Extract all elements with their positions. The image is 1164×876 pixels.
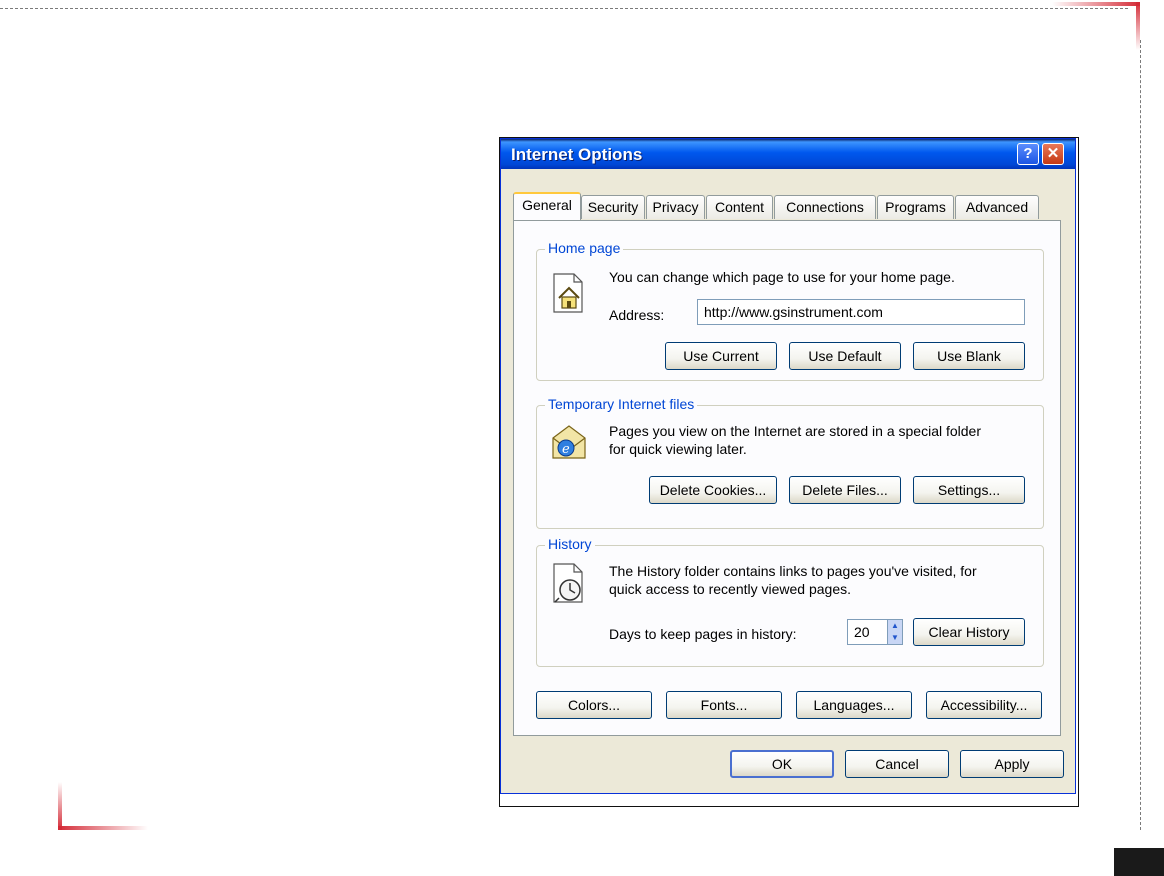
title-bar[interactable]: Internet Options ? ✕ <box>501 139 1075 169</box>
settings-button[interactable]: Settings... <box>913 476 1025 504</box>
internet-options-dialog: Internet Options ? ✕ General Security Pr… <box>500 138 1076 794</box>
spin-up-icon[interactable]: ▲ <box>888 620 902 632</box>
temp-files-group: Temporary Internet files e Pages you vie… <box>536 396 1044 529</box>
svg-text:e: e <box>562 442 570 457</box>
tab-security[interactable]: Security <box>581 195 645 219</box>
page-right-dashed-line <box>1140 40 1141 830</box>
home-page-group-label: Home page <box>545 240 624 256</box>
tab-programs[interactable]: Programs <box>877 195 954 219</box>
temp-files-description-line1: Pages you view on the Internet are store… <box>609 423 981 439</box>
help-button[interactable]: ? <box>1017 143 1039 165</box>
tab-privacy[interactable]: Privacy <box>646 195 705 219</box>
use-default-button[interactable]: Use Default <box>789 342 901 370</box>
history-group: History The History folder contains link… <box>536 536 1044 667</box>
history-description-line1: The History folder contains links to pag… <box>609 563 977 579</box>
history-group-label: History <box>545 536 595 552</box>
use-current-button[interactable]: Use Current <box>665 342 777 370</box>
tab-content[interactable]: Content <box>706 195 773 219</box>
address-label: Address: <box>609 307 665 323</box>
fonts-button[interactable]: Fonts... <box>666 691 782 719</box>
top-right-corner-accent-vertical <box>1136 2 1140 50</box>
clear-history-button[interactable]: Clear History <box>913 618 1025 646</box>
page-edge-tab <box>1114 848 1164 876</box>
close-button[interactable]: ✕ <box>1042 143 1064 165</box>
spin-down-icon[interactable]: ▼ <box>888 632 902 644</box>
top-right-corner-accent <box>1052 2 1140 6</box>
cancel-button[interactable]: Cancel <box>845 750 949 778</box>
colors-button[interactable]: Colors... <box>536 691 652 719</box>
window-title: Internet Options <box>511 145 643 164</box>
languages-button[interactable]: Languages... <box>796 691 912 719</box>
home-page-description: You can change which page to use for you… <box>609 269 955 285</box>
accessibility-button[interactable]: Accessibility... <box>926 691 1042 719</box>
apply-button[interactable]: Apply <box>960 750 1064 778</box>
home-page-group: Home page You can change which page to u… <box>536 240 1044 381</box>
delete-cookies-button[interactable]: Delete Cookies... <box>649 476 777 504</box>
days-to-keep-input[interactable]: 20 <box>847 619 889 645</box>
ok-button[interactable]: OK <box>730 750 834 778</box>
page-top-dashed-line <box>0 8 1128 9</box>
temp-files-group-label: Temporary Internet files <box>545 396 698 412</box>
home-page-icon <box>553 273 583 313</box>
temp-files-description-line2: for quick viewing later. <box>609 441 747 457</box>
general-tab-panel: Home page You can change which page to u… <box>513 220 1061 736</box>
delete-files-button[interactable]: Delete Files... <box>789 476 901 504</box>
tab-connections[interactable]: Connections <box>774 195 876 219</box>
history-clock-icon <box>553 563 583 603</box>
days-spinner[interactable]: ▲ ▼ <box>887 619 903 645</box>
tab-advanced[interactable]: Advanced <box>955 195 1039 219</box>
days-to-keep-label: Days to keep pages in history: <box>609 626 797 642</box>
ie-folder-icon: e <box>552 425 586 459</box>
history-description-line2: quick access to recently viewed pages. <box>609 581 852 597</box>
use-blank-button[interactable]: Use Blank <box>913 342 1025 370</box>
bottom-left-corner-accent <box>58 782 62 830</box>
screenshot-frame: Internet Options ? ✕ General Security Pr… <box>499 137 1079 807</box>
tab-general[interactable]: General <box>513 192 581 220</box>
bottom-left-corner-accent-horizontal <box>58 826 148 830</box>
address-input[interactable]: http://www.gsinstrument.com <box>697 299 1025 325</box>
